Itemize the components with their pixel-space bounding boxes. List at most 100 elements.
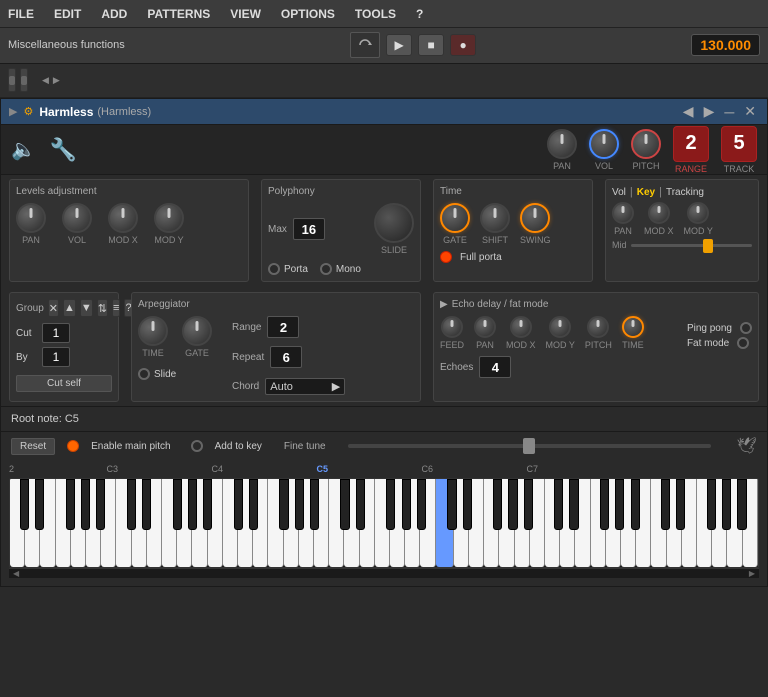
echo-modx-knob[interactable] — [510, 316, 532, 338]
piano-keyboard[interactable]: /* black keys rendered via JS below */ — [9, 478, 759, 568]
nav-forward[interactable]: ▶ — [701, 103, 718, 120]
ping-pong-radio[interactable] — [740, 322, 752, 334]
piano-black-key[interactable] — [203, 479, 212, 530]
piano-black-key[interactable] — [631, 479, 640, 530]
strip-pan-knob[interactable] — [547, 129, 577, 159]
collapse-triangle[interactable]: ▶ — [9, 105, 17, 118]
piano-black-key[interactable] — [20, 479, 29, 530]
group-x-btn[interactable]: ✕ — [48, 299, 59, 317]
vkt-mody-knob[interactable] — [687, 202, 709, 224]
menu-add[interactable]: ADD — [97, 5, 131, 23]
levels-modx-knob[interactable] — [108, 203, 138, 233]
piano-black-key[interactable] — [173, 479, 182, 530]
piano-black-key[interactable] — [508, 479, 517, 530]
piano-black-key[interactable] — [188, 479, 197, 530]
settings-icon[interactable]: ⚙ — [23, 105, 33, 118]
group-updown-btn[interactable]: ⇅ — [97, 299, 108, 317]
vkt-modx-knob[interactable] — [648, 202, 670, 224]
piano-black-key[interactable] — [81, 479, 90, 530]
minimize-btn[interactable]: ─ — [721, 104, 737, 120]
close-btn[interactable]: ✕ — [741, 103, 759, 120]
piano-black-key[interactable] — [417, 479, 426, 530]
record-button[interactable]: ● — [450, 34, 476, 56]
piano-black-key[interactable] — [493, 479, 502, 530]
piano-black-key[interactable] — [249, 479, 258, 530]
piano-black-key[interactable] — [96, 479, 105, 530]
arp-slide-radio[interactable] — [138, 368, 150, 380]
nav-back[interactable]: ◀ — [680, 103, 697, 120]
echo-time-knob[interactable] — [622, 316, 644, 338]
full-porta-label[interactable]: Full porta — [460, 252, 502, 263]
group-up-btn[interactable]: ▲ — [63, 299, 76, 317]
strip-pitch-knob[interactable] — [631, 129, 661, 159]
piano-black-key[interactable] — [447, 479, 456, 530]
echo-feed-knob[interactable] — [441, 316, 463, 338]
arp-time-knob[interactable] — [138, 316, 168, 346]
piano-black-key[interactable] — [661, 479, 670, 530]
piano-black-key[interactable] — [676, 479, 685, 530]
piano-black-key[interactable] — [737, 479, 746, 530]
fine-tune-handle[interactable] — [523, 438, 535, 454]
poly-slide-knob[interactable] — [374, 203, 414, 243]
time-shift-knob[interactable] — [480, 203, 510, 233]
levels-mody-knob[interactable] — [154, 203, 184, 233]
play-button[interactable]: ▶ — [386, 34, 412, 56]
piano-black-key[interactable] — [66, 479, 75, 530]
echo-pan-knob[interactable] — [474, 316, 496, 338]
menu-view[interactable]: VIEW — [226, 5, 265, 23]
piano-black-key[interactable] — [554, 479, 563, 530]
menu-tools[interactable]: TOOLS — [351, 5, 400, 23]
echo-mody-knob[interactable] — [549, 316, 571, 338]
piano-black-key[interactable] — [35, 479, 44, 530]
stop-button[interactable]: ■ — [418, 34, 444, 56]
time-gate-knob[interactable] — [440, 203, 470, 233]
piano-black-key[interactable] — [600, 479, 609, 530]
menu-options[interactable]: OPTIONS — [277, 5, 339, 23]
group-down-btn[interactable]: ▼ — [80, 299, 93, 317]
piano-black-key[interactable] — [402, 479, 411, 530]
piano-black-key[interactable] — [524, 479, 533, 530]
piano-scrollbar[interactable]: ◀ ▶ — [9, 568, 759, 578]
menu-patterns[interactable]: PATTERNS — [143, 5, 214, 23]
speaker-icon[interactable]: 🔈 — [11, 137, 36, 162]
add-to-key-radio[interactable] — [191, 440, 203, 452]
piano-black-key[interactable] — [463, 479, 472, 530]
strip-range-badge[interactable]: 2 — [673, 126, 709, 162]
strip-track-badge[interactable]: 5 — [721, 126, 757, 162]
group-align-btn[interactable]: ≡ — [112, 299, 120, 317]
piano-black-key[interactable] — [707, 479, 716, 530]
fat-mode-radio[interactable] — [737, 337, 749, 349]
piano-black-key[interactable] — [234, 479, 243, 530]
arp-range-display[interactable]: 2 — [267, 316, 299, 338]
porta-radio[interactable] — [268, 263, 280, 275]
chord-dropdown[interactable]: Auto ▶ — [265, 378, 345, 395]
piano-black-key[interactable] — [386, 479, 395, 530]
arp-repeat-display[interactable]: 6 — [270, 346, 302, 368]
piano-black-key[interactable] — [310, 479, 319, 530]
piano-black-key[interactable] — [615, 479, 624, 530]
cut-spinbox[interactable]: 1 — [42, 323, 70, 343]
levels-vol-knob[interactable] — [62, 203, 92, 233]
reset-button[interactable]: Reset — [11, 438, 55, 455]
wrench-icon[interactable]: 🔧 — [50, 137, 77, 163]
cut-self-button[interactable]: Cut self — [16, 375, 112, 392]
mono-radio[interactable] — [320, 263, 332, 275]
piano-black-key[interactable] — [569, 479, 578, 530]
scroll-right-arrow[interactable]: ▶ — [749, 569, 755, 578]
vkt-pan-knob[interactable] — [612, 202, 634, 224]
levels-pan-knob[interactable] — [16, 203, 46, 233]
echoes-display[interactable]: 4 — [479, 356, 511, 378]
mid-handle[interactable] — [703, 239, 713, 253]
piano-black-key[interactable] — [295, 479, 304, 530]
menu-file[interactable]: FILE — [4, 5, 38, 23]
by-spinbox[interactable]: 1 — [42, 347, 70, 367]
menu-edit[interactable]: EDIT — [50, 5, 85, 23]
piano-black-key[interactable] — [340, 479, 349, 530]
piano-black-key[interactable] — [356, 479, 365, 530]
strip-vol-knob[interactable] — [589, 129, 619, 159]
piano-black-key[interactable] — [279, 479, 288, 530]
piano-black-key[interactable] — [142, 479, 151, 530]
time-swing-knob[interactable] — [520, 203, 550, 233]
scroll-left-arrow[interactable]: ◀ — [13, 569, 19, 578]
piano-black-key[interactable] — [722, 479, 731, 530]
